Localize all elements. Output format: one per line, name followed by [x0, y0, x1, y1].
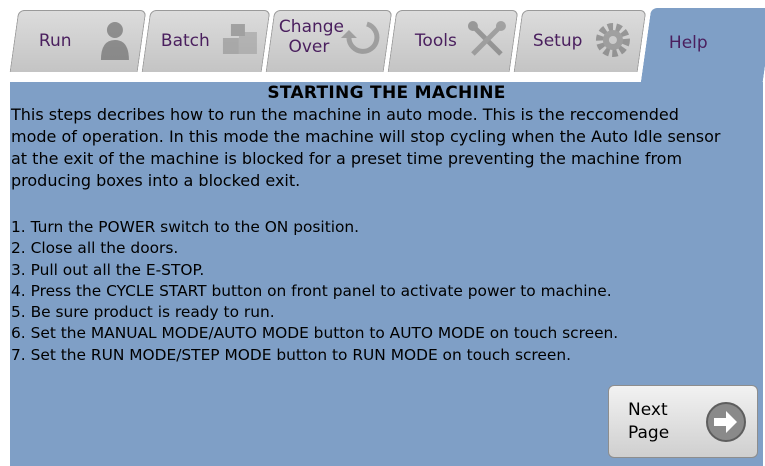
operator-icon — [100, 22, 129, 60]
intro-text: This steps decribes how to run the machi… — [11, 104, 759, 192]
boxes-icon — [222, 24, 257, 54]
gear-icon — [595, 23, 630, 57]
intro-line: producing boxes into a blocked exit. — [11, 171, 301, 190]
tab-batch[interactable]: Batch — [141, 10, 271, 72]
next-page-line2: Page — [628, 423, 670, 443]
help-panel: STARTING THE MACHINE This steps decribes… — [10, 82, 763, 466]
tab-setup[interactable]: Setup — [513, 10, 647, 72]
tab-batch-label: Batch — [160, 31, 210, 51]
tab-setup-label: Setup — [532, 31, 583, 51]
changeover-arrow-icon — [340, 21, 380, 54]
next-page-label: Next Page — [628, 399, 669, 445]
tab-help-label: Help — [668, 33, 708, 53]
next-page-button[interactable]: Next Page — [608, 385, 758, 458]
intro-line: mode of operation. In this mode the mach… — [11, 127, 721, 146]
step-item: 6. Set the MANUAL MODE/AUTO MODE button … — [11, 324, 619, 343]
tab-change-over-label: Change Over — [279, 17, 344, 57]
step-item: 7. Set the RUN MODE/STEP MODE button to … — [11, 345, 571, 364]
tools-icon — [467, 21, 506, 56]
tab-change-over[interactable]: Change Over — [265, 10, 393, 72]
tab-change-over-line2: Over — [288, 37, 330, 57]
step-item: 3. Pull out all the E-STOP. — [11, 260, 205, 279]
page-title: STARTING THE MACHINE — [267, 83, 506, 103]
tab-run-label: Run — [38, 31, 72, 51]
step-item: 2. Close all the doors. — [11, 239, 179, 258]
step-item: 5. Be sure product is ready to run. — [11, 303, 275, 322]
step-item: 4. Press the CYCLE START button on front… — [11, 281, 612, 300]
next-page-line1: Next — [628, 400, 668, 420]
step-item: 1. Turn the POWER switch to the ON posit… — [11, 218, 360, 236]
intro-line: at the exit of the machine is blocked fo… — [11, 149, 683, 168]
tab-help[interactable]: Help — [640, 8, 765, 82]
intro-line: This steps decribes how to run the machi… — [11, 105, 679, 124]
steps-list: 1. Turn the POWER switch to the ON posit… — [11, 217, 759, 366]
tab-bar: Run Batch Change Over Tools Setup Help — [0, 0, 765, 82]
tab-change-over-line1: Change — [278, 17, 345, 37]
tab-tools[interactable]: Tools — [387, 10, 519, 72]
tab-tools-label: Tools — [414, 31, 457, 51]
tab-run[interactable]: Run — [9, 10, 147, 72]
arrow-right-circle-icon — [706, 402, 746, 442]
